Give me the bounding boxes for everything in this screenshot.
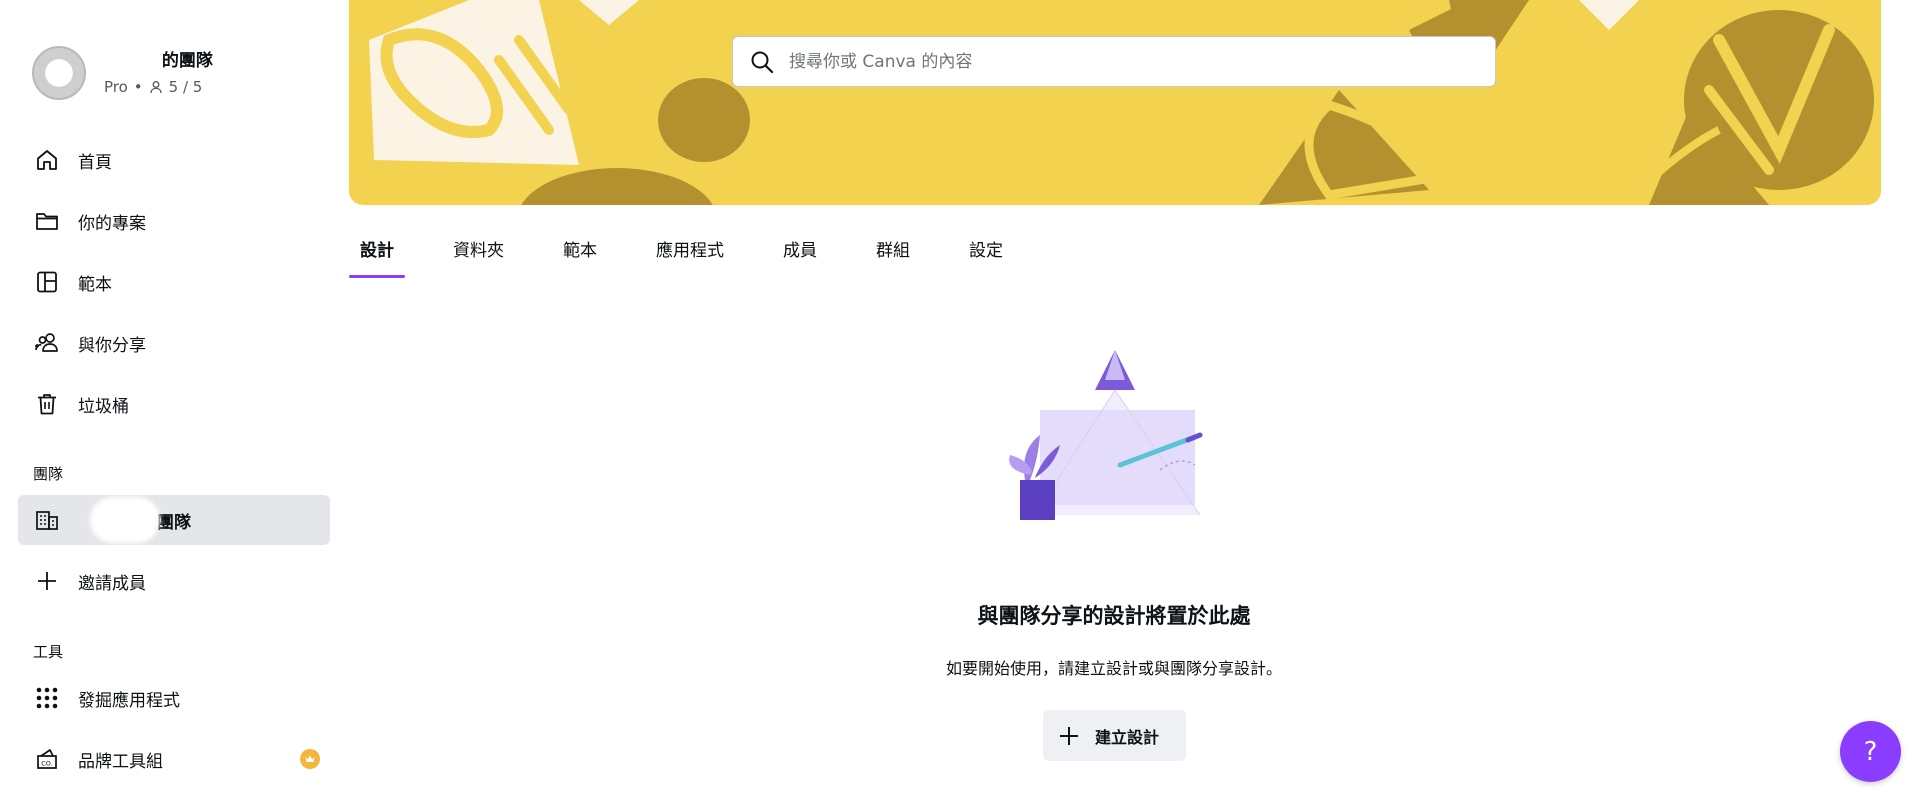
person-icon: [150, 81, 162, 94]
brand-kit-icon: CO.: [32, 744, 62, 774]
team-plan-info: Pro • 5 / 5: [104, 78, 203, 96]
create-design-button[interactable]: 建立設計: [1043, 710, 1186, 761]
search-box[interactable]: [732, 36, 1496, 87]
sidebar-item-invite[interactable]: 邀請成員: [18, 556, 330, 606]
sidebar-item-projects[interactable]: 你的專案: [18, 196, 330, 246]
team-avatar: [32, 46, 86, 100]
sidebar-item-shared[interactable]: 與你分享: [18, 318, 330, 368]
crown-icon: [300, 749, 320, 769]
team-name: 的團隊: [102, 46, 213, 71]
banner-decoration: [369, 0, 1874, 205]
plus-icon: [1060, 726, 1078, 745]
folder-icon: [32, 206, 62, 236]
team-banner: [349, 0, 1881, 205]
tab-members[interactable]: 成員: [772, 236, 828, 278]
building-icon: [32, 505, 62, 535]
apps-grid-icon: [32, 683, 62, 713]
redacted-name: [102, 51, 156, 71]
sidebar-item-team[interactable]: 的團隊: [18, 495, 330, 545]
sidebar-item-brand-kit[interactable]: CO. 品牌工具組: [18, 734, 330, 784]
empty-state-title: 與團隊分享的設計將置於此處: [977, 604, 1251, 628]
search-input[interactable]: [789, 51, 1469, 72]
tab-folders[interactable]: 資料夾: [442, 236, 515, 278]
sidebar-item-templates[interactable]: 範本: [18, 257, 330, 307]
plus-icon: [32, 566, 62, 596]
empty-state-illustration: [1009, 350, 1203, 520]
team-section-label: 團隊: [33, 465, 64, 483]
tab-designs[interactable]: 設計: [349, 236, 405, 278]
team-tabs: 設計 資料夾 範本 應用程式 成員 群組 設定: [349, 236, 1051, 278]
sidebar-item-home[interactable]: 首頁: [18, 135, 330, 185]
help-button[interactable]: ?: [1840, 721, 1901, 782]
tab-apps[interactable]: 應用程式: [645, 236, 735, 278]
search-icon: [751, 51, 774, 73]
shared-users-icon: [32, 328, 62, 358]
sidebar-item-discover-apps[interactable]: 發掘應用程式: [18, 673, 330, 723]
sidebar-item-trash[interactable]: 垃圾桶: [18, 379, 330, 429]
team-switcher[interactable]: 的團隊 Pro • 5 / 5: [32, 46, 332, 102]
redacted-name: [90, 497, 160, 543]
tab-templates[interactable]: 範本: [552, 236, 608, 278]
tab-settings[interactable]: 設定: [958, 236, 1014, 278]
tab-groups[interactable]: 群組: [865, 236, 921, 278]
empty-state-subtitle: 如要開始使用，請建立設計或與團隊分享設計。: [945, 659, 1282, 678]
template-icon: [32, 267, 62, 297]
home-icon: [32, 145, 62, 175]
trash-icon: [32, 389, 62, 419]
svg-text:CO.: CO.: [41, 760, 52, 768]
